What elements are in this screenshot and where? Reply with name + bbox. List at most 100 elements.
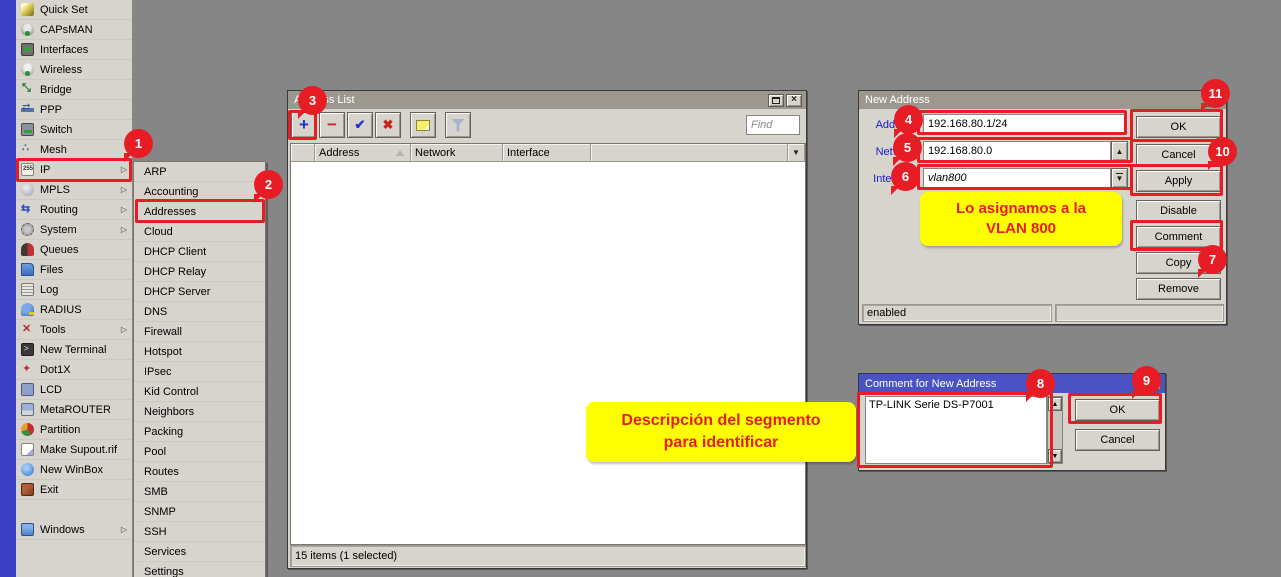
- capsman-icon: [21, 23, 34, 36]
- sidebar-item[interactable]: System ▷: [16, 220, 132, 240]
- menu-item[interactable]: Firewall: [134, 322, 265, 342]
- menu-item[interactable]: Settings: [134, 562, 265, 577]
- comment-tool-button[interactable]: [410, 112, 436, 138]
- sidebar-item[interactable]: MPLS ▷: [16, 180, 132, 200]
- comment-dialog: Comment for New Address TP-LINK Serie DS…: [858, 373, 1166, 471]
- menu-item[interactable]: DHCP Server: [134, 282, 265, 302]
- interface-column-header[interactable]: Interface: [503, 144, 591, 162]
- menu-item-label: ARP: [144, 166, 167, 178]
- callout-line: Lo asignamos a la: [956, 199, 1086, 219]
- step-badge: 5: [893, 133, 922, 162]
- sidebar-item[interactable]: Routing ▷: [16, 200, 132, 220]
- sidebar-item[interactable]: Exit ▷: [16, 480, 132, 500]
- disable-button[interactable]: ✖: [375, 112, 401, 138]
- remove-button[interactable]: Remove: [1136, 278, 1221, 300]
- menu-item[interactable]: Hotspot: [134, 342, 265, 362]
- ok-button[interactable]: OK: [1136, 116, 1221, 138]
- sidebar-item[interactable]: Partition ▷: [16, 420, 132, 440]
- window-left-edge: [0, 0, 16, 577]
- scroll-up-button[interactable]: ▲: [1048, 397, 1062, 411]
- segment-callout: Descripción del segmento para identifica…: [586, 402, 856, 462]
- comment-textarea[interactable]: TP-LINK Serie DS-P7001: [865, 396, 1047, 464]
- menu-item[interactable]: Packing: [134, 422, 265, 442]
- menu-item[interactable]: Cloud: [134, 222, 265, 242]
- sidebar-item[interactable]: Files ▷: [16, 260, 132, 280]
- sidebar-item[interactable]: New WinBox ▷: [16, 460, 132, 480]
- sidebar-item[interactable]: Tools ▷: [16, 320, 132, 340]
- sidebar-item-label: New WinBox: [40, 464, 103, 476]
- menu-item[interactable]: DHCP Client: [134, 242, 265, 262]
- disable-button[interactable]: Disable: [1136, 200, 1221, 222]
- cancel-button[interactable]: Cancel: [1075, 429, 1160, 451]
- address-column-header[interactable]: Address: [315, 144, 411, 162]
- menu-item[interactable]: Neighbors: [134, 402, 265, 422]
- tools-icon: [21, 323, 34, 336]
- sidebar-item[interactable]: Windows ▷: [16, 520, 132, 540]
- ip-icon: [21, 163, 34, 176]
- sidebar-item-label: MetaROUTER: [40, 404, 111, 416]
- callout-line: VLAN 800: [986, 219, 1056, 239]
- sidebar-item[interactable]: Mesh ▷: [16, 140, 132, 160]
- menu-item[interactable]: DHCP Relay: [134, 262, 265, 282]
- sidebar-item[interactable]: CAPsMAN ▷: [16, 20, 132, 40]
- menu-item[interactable]: ARP: [134, 162, 265, 182]
- scroll-down-button[interactable]: ▼: [1048, 449, 1062, 463]
- sidebar-item[interactable]: Wireless ▷: [16, 60, 132, 80]
- close-button[interactable]: ×: [786, 94, 802, 107]
- menu-item[interactable]: DNS: [134, 302, 265, 322]
- sidebar-item[interactable]: Bridge ▷: [16, 80, 132, 100]
- sidebar-item-label: Log: [40, 284, 58, 296]
- menu-item[interactable]: Accounting: [134, 182, 265, 202]
- menu-item[interactable]: IPsec: [134, 362, 265, 382]
- submenu-arrow-icon: ▷: [121, 165, 127, 174]
- sidebar-item[interactable]: Switch ▷: [16, 120, 132, 140]
- sidebar-item[interactable]: Dot1X ▷: [16, 360, 132, 380]
- network-spinner-up[interactable]: ▲: [1111, 141, 1128, 161]
- sidebar-item[interactable]: Queues ▷: [16, 240, 132, 260]
- mesh-icon: [21, 143, 34, 156]
- sidebar-item[interactable]: LCD ▷: [16, 380, 132, 400]
- interface-dropdown-button[interactable]: ▼: [1111, 168, 1128, 188]
- menu-item[interactable]: Routes: [134, 462, 265, 482]
- sidebar-item[interactable]: Interfaces ▷: [16, 40, 132, 60]
- dialog-title: Comment for New Address: [865, 378, 996, 390]
- find-input[interactable]: Find: [746, 115, 800, 135]
- menu-item-label: Firewall: [144, 326, 182, 338]
- sidebar-item[interactable]: PPP ▷: [16, 100, 132, 120]
- menu-item[interactable]: Kid Control: [134, 382, 265, 402]
- column-chooser-dropdown[interactable]: [788, 144, 805, 162]
- wand-icon: [21, 3, 34, 16]
- maximize-button[interactable]: [768, 94, 784, 107]
- menu-item[interactable]: Addresses: [134, 202, 265, 222]
- mpls-icon: [21, 183, 34, 196]
- filter-button[interactable]: [445, 112, 471, 138]
- ok-button[interactable]: OK: [1075, 399, 1160, 421]
- sidebar-item[interactable]: MetaROUTER ▷: [16, 400, 132, 420]
- sidebar-item[interactable]: Log ▷: [16, 280, 132, 300]
- address-list-window: Address List × + − ✔ ✖ Find Address: [287, 90, 807, 569]
- sidebar-item[interactable]: IP ▷: [16, 160, 132, 180]
- apply-button[interactable]: Apply: [1136, 170, 1221, 192]
- menu-item[interactable]: Services: [134, 542, 265, 562]
- address-input[interactable]: 192.168.80.1/24: [923, 114, 1125, 134]
- menu-item[interactable]: SSH: [134, 522, 265, 542]
- sidebar-item[interactable]: New Terminal ▷: [16, 340, 132, 360]
- exit-icon: [21, 483, 34, 496]
- metarouter-icon: [21, 403, 34, 416]
- interface-select[interactable]: vlan800: [923, 168, 1111, 188]
- flags-column-header[interactable]: [291, 144, 315, 162]
- menu-item[interactable]: SMB: [134, 482, 265, 502]
- remove-button[interactable]: −: [319, 112, 345, 138]
- sidebar-item[interactable]: RADIUS ▷: [16, 300, 132, 320]
- sidebar-item[interactable]: Quick Set ▷: [16, 0, 132, 20]
- address-list-toolbar: + − ✔ ✖: [291, 112, 471, 138]
- partition-icon: [21, 423, 34, 436]
- sidebar-item[interactable]: Make Supout.rif ▷: [16, 440, 132, 460]
- enable-button[interactable]: ✔: [347, 112, 373, 138]
- enabled-status: enabled: [862, 304, 1052, 322]
- network-input[interactable]: 192.168.80.0: [923, 141, 1111, 161]
- sort-asc-icon: [396, 150, 404, 156]
- menu-item[interactable]: Pool: [134, 442, 265, 462]
- network-column-header[interactable]: Network: [411, 144, 503, 162]
- menu-item[interactable]: SNMP: [134, 502, 265, 522]
